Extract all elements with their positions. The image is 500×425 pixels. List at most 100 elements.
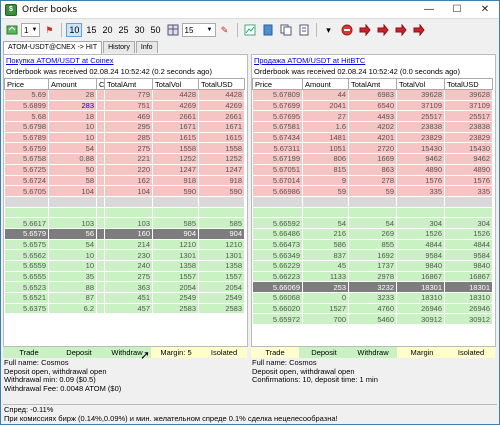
tab-info[interactable]: Info <box>135 41 158 53</box>
column-header[interactable]: TotalUSD <box>198 78 245 90</box>
flag-icon[interactable]: ⚑ <box>42 23 56 37</box>
buy-asset-info: Full name: Cosmos Deposit open, withdraw… <box>4 358 121 393</box>
bid-row[interactable]: 5.6617 103 103 585 585 <box>4 217 245 229</box>
tab-history[interactable]: History <box>103 41 135 53</box>
bid-row[interactable]: 5.6555 35 275 1557 1557 <box>4 271 245 283</box>
ask-row[interactable]: 5.6899 283 751 4269 4269 <box>4 100 245 112</box>
bid-row[interactable]: 5.66473 586 855 4844 4844 <box>252 239 493 251</box>
column-header[interactable]: Amount <box>302 78 349 90</box>
bid-row[interactable]: 5.66229 45 1737 9840 9840 <box>252 260 493 272</box>
column-header[interactable]: Co <box>96 78 105 90</box>
ask-row[interactable]: 5.6724 58 162 918 918 <box>4 175 245 187</box>
bid-row[interactable]: 5.6575 54 214 1210 1210 <box>4 239 245 251</box>
ask-row[interactable]: 5.6725 50 220 1247 1247 <box>4 164 245 176</box>
minimize-button[interactable]: — <box>415 1 443 19</box>
ask-row[interactable]: 5.68 18 469 2661 2661 <box>4 110 245 123</box>
deposit-button[interactable]: Deposit <box>299 347 349 358</box>
arrow-right-icon[interactable] <box>376 23 390 37</box>
close-button[interactable]: ✕ <box>471 1 499 19</box>
book-icon[interactable] <box>261 23 275 37</box>
table-cell: 469 <box>104 110 153 123</box>
depth-30-button[interactable]: 30 <box>132 24 146 36</box>
depth-10-button[interactable]: 10 <box>66 23 83 37</box>
table-cell: 35 <box>48 271 97 283</box>
arrow-right-icon[interactable] <box>358 23 372 37</box>
bid-row[interactable]: 5.66486 216 269 1526 1526 <box>252 228 493 240</box>
isolated-button[interactable]: Isolated <box>447 347 495 358</box>
ask-row[interactable]: 5.67699 2041 6540 37109 37109 <box>252 100 493 112</box>
table-cell: 2661 <box>152 110 199 123</box>
bid-row[interactable]: 5.66068 0 3233 18310 18310 <box>252 292 493 304</box>
column-header[interactable]: Price <box>4 78 49 90</box>
ask-row[interactable]: 5.67051 815 863 4890 4890 <box>252 164 493 176</box>
count-select[interactable]: 15 ▼ <box>181 23 216 37</box>
depth-50-button[interactable]: 50 <box>148 24 162 36</box>
chart-icon[interactable] <box>243 23 257 37</box>
copy-icon[interactable] <box>279 23 293 37</box>
withdraw-button[interactable]: Withdraw <box>349 347 397 358</box>
ask-row[interactable]: 5.67199 806 1669 9462 9462 <box>252 153 493 165</box>
ask-row[interactable]: 5.6758 0.88 221 1252 1252 <box>4 153 245 165</box>
ask-row[interactable]: 5.67581 1.6 4202 23838 23838 <box>252 121 493 133</box>
column-header[interactable]: TotalAmt <box>104 78 153 90</box>
buy-exchange-link[interactable]: Покупка ATOM/USDT at Coinex <box>4 55 247 66</box>
stop-icon[interactable] <box>340 23 354 37</box>
table-cell: 4269 <box>152 100 199 112</box>
ask-row[interactable]: 5.67434 1481 4201 23829 23829 <box>252 132 493 144</box>
tab-orderbook[interactable]: ATOM-USDT@CNEX -> HIT <box>3 41 103 54</box>
ask-row[interactable]: 5.67695 27 4493 25517 25517 <box>252 110 493 123</box>
arrow-right-icon[interactable] <box>412 23 426 37</box>
bid-row[interactable]: 5.6523 88 363 2054 2054 <box>4 281 245 294</box>
sell-exchange-link[interactable]: Продажа ATOM/USDT at HitBTC <box>252 55 495 66</box>
refresh-icon[interactable] <box>5 23 19 37</box>
bid-row[interactable]: 5.6375 6.2 457 2583 2583 <box>4 303 245 315</box>
bid-row[interactable]: 5.66223 1133 2978 16867 16867 <box>252 271 493 283</box>
table-cell: 5.67434 <box>252 132 303 144</box>
column-header[interactable]: Price <box>252 78 303 90</box>
table-cell <box>96 100 105 112</box>
pin-icon[interactable]: ✎ <box>218 23 232 37</box>
table-cell: 37109 <box>444 100 493 112</box>
ask-row[interactable]: 5.67809 44 6983 39628 39628 <box>252 89 493 101</box>
depth-25-button[interactable]: 25 <box>116 24 130 36</box>
trade-button[interactable]: Trade <box>3 347 55 358</box>
table-cell: 1210 <box>198 239 245 251</box>
bid-row[interactable]: 5.65972 700 5460 30912 30912 <box>252 313 493 326</box>
margin-button[interactable]: Margin <box>397 347 447 358</box>
trade-button[interactable]: Trade <box>251 347 299 358</box>
isolated-button[interactable]: Isolated <box>201 347 247 358</box>
bid-row[interactable]: 5.6521 87 451 2549 2549 <box>4 292 245 304</box>
document-icon[interactable] <box>297 23 311 37</box>
table-cell: 2041 <box>302 100 349 112</box>
ask-row[interactable]: 5.66986 59 59 335 335 <box>252 185 493 197</box>
ask-row[interactable]: 5.6759 54 275 1558 1558 <box>4 142 245 155</box>
ask-row[interactable]: 5.67311 1051 2720 15430 15430 <box>252 142 493 155</box>
column-header[interactable]: TotalUSD <box>444 78 493 90</box>
bid-row[interactable]: 5.6559 10 240 1358 1358 <box>4 260 245 272</box>
ask-row[interactable]: 5.6798 10 295 1671 1671 <box>4 121 245 133</box>
ask-row[interactable]: 5.69 28 779 4428 4428 <box>4 89 245 101</box>
bid-row[interactable]: 5.6579 56 160 904 904 <box>4 228 245 240</box>
bid-row[interactable]: 5.66349 837 1692 9584 9584 <box>252 249 493 261</box>
column-header[interactable]: TotalAmt <box>348 78 397 90</box>
grid-icon[interactable] <box>166 23 180 37</box>
ask-row[interactable]: 5.6705 104 104 590 590 <box>4 185 245 197</box>
spacer-row <box>252 196 493 208</box>
bid-row[interactable]: 5.6562 10 230 1301 1301 <box>4 249 245 261</box>
ask-row[interactable]: 5.6789 10 285 1615 1615 <box>4 132 245 144</box>
ask-row[interactable]: 5.67014 9 278 1576 1576 <box>252 175 493 187</box>
depth-20-button[interactable]: 20 <box>100 24 114 36</box>
column-header[interactable]: TotalVol <box>152 78 199 90</box>
bid-row[interactable]: 5.66020 1527 4760 26946 26946 <box>252 303 493 315</box>
column-header[interactable]: Amount <box>48 78 97 90</box>
maximize-button[interactable]: ☐ <box>443 1 471 19</box>
margin-button[interactable]: Margin: 5 <box>151 347 201 358</box>
arrow-right-icon[interactable] <box>394 23 408 37</box>
bid-row[interactable]: 5.66069 253 3232 18301 18301 <box>252 281 493 294</box>
column-header[interactable]: TotalVol <box>396 78 445 90</box>
menu-dropdown-icon[interactable]: ▾ <box>322 23 336 37</box>
depth-15-button[interactable]: 15 <box>84 24 98 36</box>
deposit-button[interactable]: Deposit <box>55 347 103 358</box>
depth-select[interactable]: 1 ▼ <box>21 23 41 37</box>
bid-row[interactable]: 5.66592 54 54 304 304 <box>252 217 493 229</box>
